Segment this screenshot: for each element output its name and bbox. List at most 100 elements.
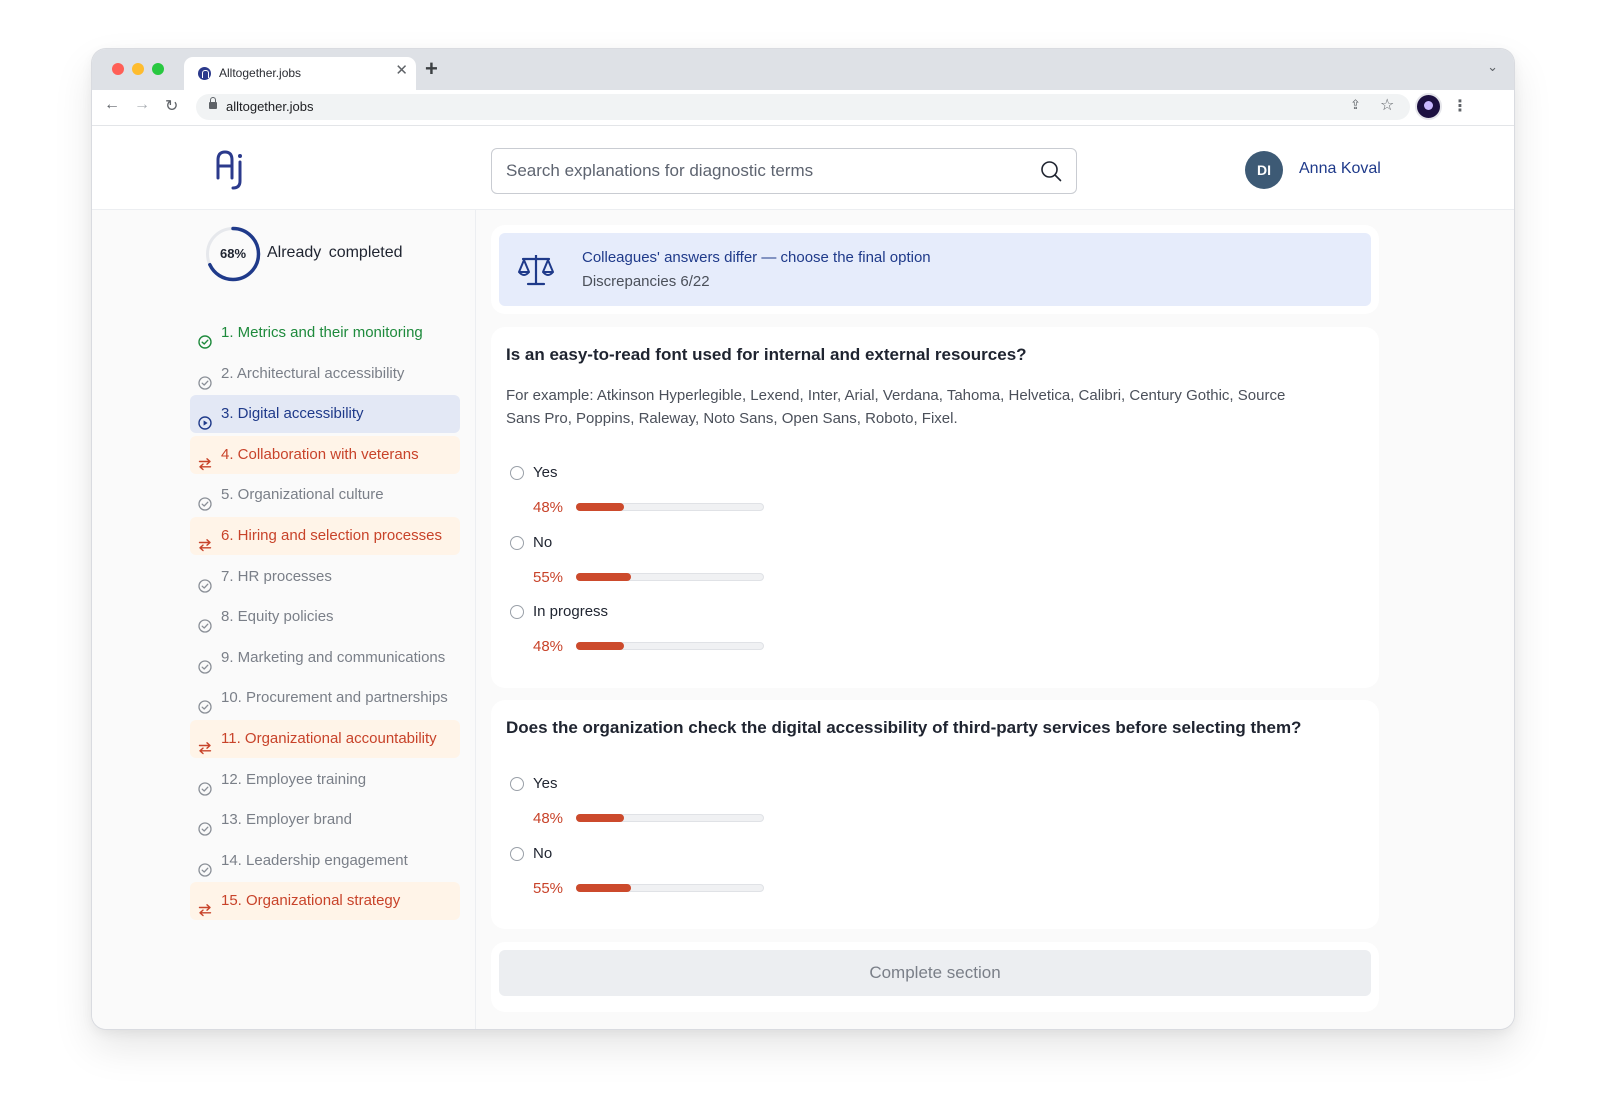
check-circle-icon [198, 326, 212, 349]
sidebar-item-strategy[interactable]: 15. Organizational strategy [190, 882, 460, 921]
discrepancy-count: Discrepancies 6/22 [582, 273, 710, 290]
option-progress-bar [576, 884, 764, 892]
tab-close-icon[interactable]: ✕ [395, 61, 408, 79]
sidebar-item-label: 13. Employer brand [221, 811, 352, 829]
check-circle-icon [198, 651, 212, 674]
answer-option-in-progress[interactable]: In progress 48% [510, 603, 810, 663]
reload-icon[interactable]: ↻ [165, 96, 178, 116]
option-progress-fill [576, 884, 631, 892]
question-card: Does the organization check the digital … [491, 700, 1379, 929]
alltogether-logo-icon[interactable] [214, 148, 250, 190]
radio-button[interactable] [510, 777, 524, 791]
option-label: Yes [533, 775, 558, 792]
sidebar-item-veterans[interactable]: 4. Collaboration with veterans [190, 435, 460, 474]
browser-profile-icon[interactable] [1415, 93, 1442, 120]
back-arrow-icon[interactable]: ← [104, 96, 120, 114]
option-percent: 48% [533, 638, 564, 655]
sidebar-item-label: 1. Metrics and their monitoring [221, 324, 423, 341]
scales-icon [518, 255, 554, 286]
site-favicon-icon [198, 67, 211, 80]
discrepancy-title: Colleagues' answers differ — choose the … [582, 249, 931, 266]
close-window-button[interactable] [112, 63, 124, 75]
avatar[interactable]: DI [1245, 151, 1283, 189]
sidebar-item-culture[interactable]: 5. Organizational culture [190, 476, 470, 514]
radio-button[interactable] [510, 466, 524, 480]
sidebar-item-metrics[interactable]: 1. Metrics and their monitoring [190, 314, 470, 352]
question-card: Is an easy-to-read font used for interna… [491, 327, 1379, 688]
check-circle-icon [198, 610, 212, 633]
answer-option-yes[interactable]: Yes 48% [510, 775, 810, 835]
answer-option-yes[interactable]: Yes 48% [510, 464, 810, 524]
sidebar-item-digital-accessibility[interactable]: 3. Digital accessibility [190, 395, 460, 434]
swap-arrows-icon [198, 894, 212, 917]
sidebar-item-label: 11. Organizational accountability [221, 729, 437, 747]
check-circle-icon [198, 813, 212, 836]
option-percent: 48% [533, 810, 564, 827]
complete-section-card: Complete section [491, 942, 1379, 1012]
sidebar-item-accountability[interactable]: 11. Organizational accountability [190, 719, 460, 758]
browser-tabbar: Alltogether.jobs ✕ + ⌄ [92, 49, 1514, 90]
sidebar-item-label: 15. Organizational strategy [221, 892, 401, 910]
sidebar-item-hiring[interactable]: 6. Hiring and selection processes [190, 516, 460, 555]
sidebar: 68% Already completed 1. Metrics and the… [92, 210, 476, 1029]
sidebar-item-equity[interactable]: 8. Equity policies [190, 598, 470, 636]
radio-button[interactable] [510, 847, 524, 861]
lock-icon [209, 97, 217, 109]
progress-label: Already completed [267, 244, 403, 261]
share-icon[interactable]: ⇪ [1350, 97, 1361, 113]
app-header: DI Anna Koval [92, 126, 1514, 210]
option-percent: 55% [533, 569, 564, 586]
discrepancy-card: Colleagues' answers differ — choose the … [491, 225, 1379, 314]
sidebar-item-procurement[interactable]: 10. Procurement and partnerships [190, 679, 470, 717]
user-name-link[interactable]: Anna Koval [1299, 160, 1381, 178]
sidebar-item-leadership[interactable]: 14. Leadership engagement [190, 842, 470, 880]
complete-section-button[interactable]: Complete section [499, 950, 1371, 996]
option-label: No [533, 845, 553, 862]
radio-button[interactable] [510, 605, 524, 619]
option-progress-bar [576, 642, 764, 650]
new-tab-icon[interactable]: + [425, 56, 438, 82]
sidebar-item-label: 6. Hiring and selection processes [221, 526, 442, 544]
answer-option-no[interactable]: No 55% [510, 845, 810, 905]
sidebar-item-label: 8. Equity policies [221, 608, 334, 626]
search-input[interactable] [506, 149, 1026, 193]
option-label: No [533, 534, 553, 551]
option-progress-bar [576, 573, 764, 581]
swap-arrows-icon [198, 529, 212, 552]
sidebar-item-label: 5. Organizational culture [221, 486, 384, 504]
bookmark-star-icon[interactable]: ☆ [1380, 95, 1394, 115]
sidebar-item-hr[interactable]: 7. HR processes [190, 558, 470, 596]
tab-title: Alltogether.jobs [219, 66, 302, 80]
main-content: Colleagues' answers differ — choose the … [476, 210, 1514, 1029]
option-percent: 55% [533, 880, 564, 897]
sidebar-item-label: 12. Employee training [221, 770, 367, 788]
address-bar[interactable]: alltogether.jobs [196, 94, 1410, 120]
question-description: For example: Atkinson Hyperlegible, Lexe… [506, 387, 1286, 427]
minimize-window-button[interactable] [132, 63, 144, 75]
swap-arrows-icon [198, 448, 212, 470]
question-title: Is an easy-to-read font used for interna… [506, 345, 1027, 364]
search-icon[interactable] [1040, 160, 1062, 182]
sidebar-item-marketing[interactable]: 9. Marketing and communications [190, 639, 470, 677]
sidebar-item-label: 2. Architectural accessibility [221, 364, 405, 382]
browser-menu-icon[interactable]: ⋮ [1452, 96, 1468, 116]
check-circle-icon [198, 691, 212, 714]
check-circle-icon [198, 773, 212, 796]
maximize-window-button[interactable] [152, 63, 164, 75]
forward-arrow-icon[interactable]: → [134, 96, 150, 114]
sidebar-item-employer-brand[interactable]: 13. Employer brand [190, 801, 470, 839]
tab-list-chevron-icon[interactable]: ⌄ [1487, 59, 1498, 75]
address-bar-url: alltogether.jobs [226, 99, 314, 114]
check-circle-icon [198, 488, 212, 512]
answer-option-no[interactable]: No 55% [510, 534, 810, 594]
sidebar-item-label: 7. HR processes [221, 567, 332, 585]
browser-tab[interactable]: Alltogether.jobs ✕ [184, 57, 416, 90]
option-label: Yes [533, 464, 558, 481]
sidebar-item-architectural-accessibility[interactable]: 2. Architectural accessibility [190, 355, 470, 393]
radio-button[interactable] [510, 536, 524, 550]
question-title: Does the organization check the digital … [506, 718, 1302, 737]
play-circle-icon [198, 407, 212, 430]
sidebar-item-label: 14. Leadership engagement [221, 851, 408, 869]
sidebar-item-training[interactable]: 12. Employee training [190, 761, 470, 799]
option-progress-fill [576, 814, 624, 822]
